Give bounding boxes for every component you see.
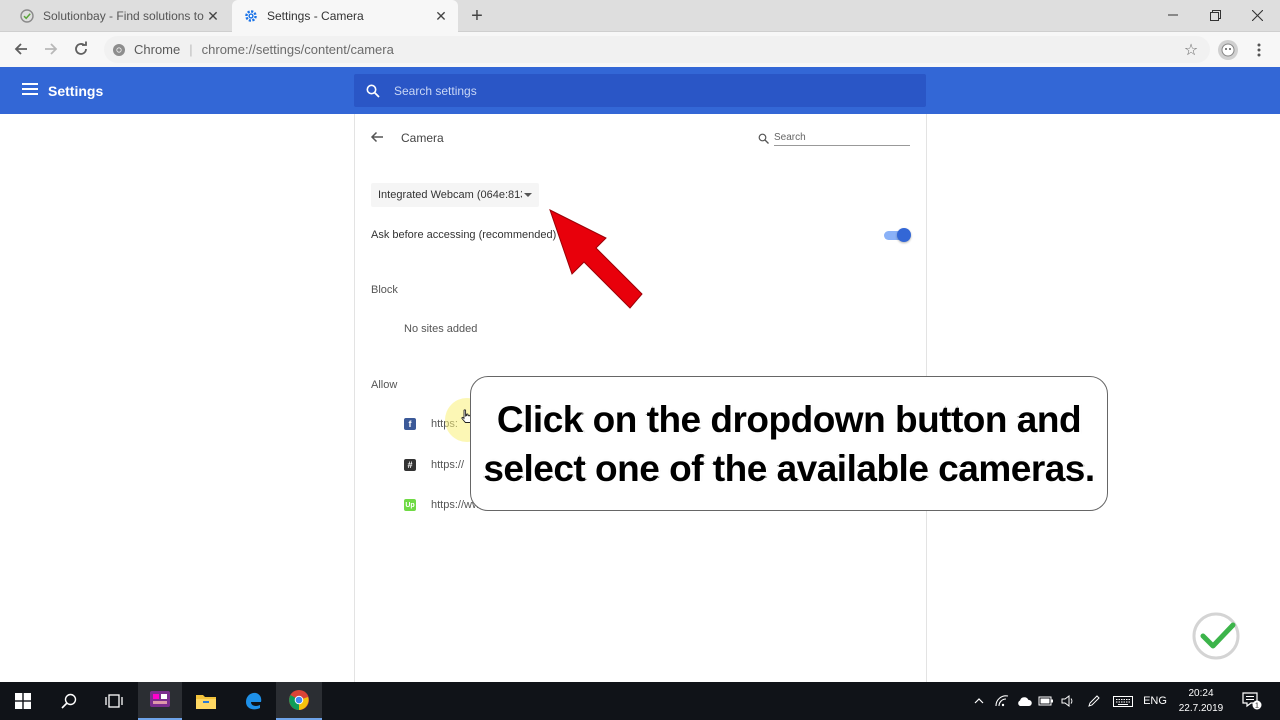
chevron-down-icon <box>524 193 532 197</box>
upwork-icon: Up <box>404 499 416 511</box>
tab-strip: Solutionbay - Find solutions to yo ✕ Set… <box>0 0 1280 32</box>
search-icon <box>366 84 380 98</box>
battery-icon[interactable] <box>1036 682 1056 720</box>
allowed-site-row[interactable]: Up https://ww <box>404 498 480 512</box>
keyboard-icon[interactable] <box>1110 682 1136 720</box>
tab-settings-camera[interactable]: Settings - Camera ✕ <box>232 0 458 32</box>
red-arrow-icon <box>549 209 643 309</box>
forward-button[interactable] <box>39 38 63 60</box>
facebook-icon: f <box>404 418 416 430</box>
instruction-line: Click on the dropdown button and <box>496 398 1082 440</box>
wifi-icon[interactable] <box>992 682 1012 720</box>
ask-before-accessing-toggle[interactable] <box>884 228 911 242</box>
allowed-site-row[interactable]: # https:// <box>404 458 464 472</box>
restore-button[interactable] <box>1192 0 1238 30</box>
instruction-line: select one of the available cameras. <box>483 447 1095 489</box>
taskbar: ENG 20:24 22.7.2019 1 <box>0 682 1280 720</box>
search-icon[interactable] <box>46 682 92 720</box>
minimize-button[interactable] <box>1150 0 1196 30</box>
close-tab-icon[interactable]: ✕ <box>204 7 222 25</box>
camera-device-dropdown[interactable]: Integrated Webcam (064e:813 <box>371 183 539 207</box>
address-bar[interactable]: Chrome | chrome://settings/content/camer… <box>104 36 1210 63</box>
close-window-button[interactable] <box>1234 0 1280 30</box>
clock[interactable]: 20:24 22.7.2019 <box>1174 686 1228 716</box>
block-empty-text: No sites added <box>404 323 478 335</box>
site-label: Chrome <box>134 42 181 57</box>
page-title: Camera <box>401 131 444 145</box>
reload-button[interactable] <box>69 38 93 60</box>
url-text[interactable]: chrome://settings/content/camera <box>202 42 394 57</box>
chrome-icon <box>112 43 126 57</box>
notification-center-icon[interactable]: 1 <box>1234 682 1270 720</box>
ask-before-accessing-label: Ask before accessing (recommended) <box>371 229 557 241</box>
onedrive-cloud-icon[interactable] <box>1014 682 1034 720</box>
clock-time: 20:24 <box>1188 688 1214 699</box>
search-icon <box>758 131 770 144</box>
block-heading: Block <box>371 284 398 296</box>
check-circle-icon <box>20 9 34 23</box>
check-mark-icon <box>1192 612 1240 660</box>
profile-avatar[interactable] <box>1218 40 1238 60</box>
site-url: https:// <box>431 459 465 471</box>
back-button[interactable] <box>9 38 33 60</box>
allow-heading: Allow <box>371 379 398 391</box>
chevron-up-icon[interactable] <box>970 682 988 720</box>
camera-search-input[interactable] <box>774 130 910 146</box>
video-editor-app-icon[interactable] <box>138 682 182 720</box>
camera-device-label: Integrated Webcam (064e:813 <box>378 189 522 201</box>
edge-browser-icon[interactable] <box>230 682 276 720</box>
tab-title: Solutionbay - Find solutions to yo <box>43 9 204 23</box>
task-view-icon[interactable] <box>92 682 136 720</box>
new-tab-button[interactable]: + <box>466 5 488 27</box>
settings-search-input[interactable] <box>394 83 874 98</box>
pen-icon[interactable] <box>1084 682 1104 720</box>
camera-search[interactable] <box>758 130 910 148</box>
bookmark-star-icon[interactable]: ☆ <box>1180 39 1202 61</box>
language-indicator[interactable]: ENG <box>1140 682 1170 720</box>
back-arrow-icon[interactable] <box>370 130 386 146</box>
notification-count: 1 <box>1255 703 1259 710</box>
file-explorer-icon[interactable] <box>184 682 228 720</box>
browser-toolbar: Chrome | chrome://settings/content/camer… <box>0 32 1280 67</box>
chrome-menu-icon[interactable] <box>1252 40 1266 60</box>
hash-icon: # <box>404 459 416 471</box>
chrome-taskbar-icon[interactable] <box>276 682 322 720</box>
separator: | <box>189 42 193 57</box>
windows-start-icon[interactable] <box>0 682 46 720</box>
close-tab-icon[interactable]: ✕ <box>432 7 450 25</box>
tab-solutionbay[interactable]: Solutionbay - Find solutions to yo ✕ <box>8 0 230 32</box>
clock-date: 22.7.2019 <box>1178 703 1224 714</box>
gear-icon <box>244 9 258 23</box>
hamburger-menu-icon[interactable] <box>22 83 38 97</box>
tab-title: Settings - Camera <box>267 9 364 23</box>
app-title: Settings <box>48 83 104 99</box>
volume-icon[interactable] <box>1058 682 1078 720</box>
settings-search-box[interactable] <box>354 74 926 107</box>
instruction-callout: Click on the dropdown button and select … <box>470 376 1108 511</box>
